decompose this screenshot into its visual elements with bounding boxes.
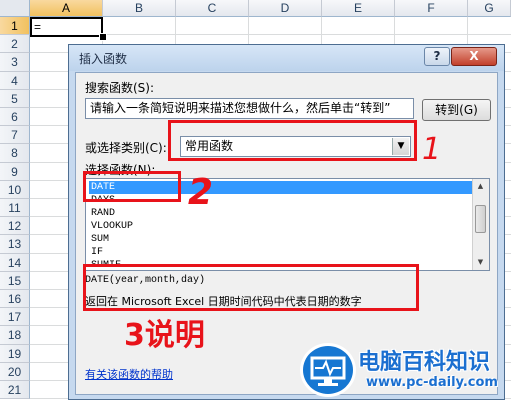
column-header-c[interactable]: C	[176, 0, 249, 17]
row-header[interactable]: 18	[0, 326, 30, 345]
row-header[interactable]: 1	[0, 17, 30, 36]
function-item-if[interactable]: IF	[89, 246, 476, 259]
column-header-g[interactable]: G	[468, 0, 511, 17]
row-header[interactable]: 8	[0, 144, 30, 163]
dialog-title: 插入函数	[79, 52, 128, 66]
annotation-box-description	[83, 264, 419, 311]
annotation-label-1: 1	[422, 132, 442, 167]
scrollbar-thumb[interactable]	[475, 205, 486, 233]
category-label: 或选择类别(C):	[85, 141, 167, 155]
column-header-d[interactable]: D	[249, 0, 322, 17]
monitor-logo-icon	[300, 343, 356, 397]
watermark-url: www.pc-daily.com	[366, 375, 498, 390]
row-header[interactable]: 2	[0, 35, 30, 54]
row-header[interactable]: 21	[0, 381, 30, 400]
list-scrollbar[interactable]: ▲ ▼	[472, 179, 489, 270]
annotation-box-category	[168, 120, 417, 161]
search-label: 搜索函数(S):	[85, 81, 155, 95]
function-help-link[interactable]: 有关该函数的帮助	[85, 366, 173, 382]
annotation-label-2: 2	[188, 172, 214, 213]
row-header[interactable]: 6	[0, 108, 30, 127]
annotation-box-function	[83, 171, 181, 202]
row-header[interactable]: 13	[0, 235, 30, 254]
scroll-down-icon[interactable]: ▼	[473, 255, 488, 270]
row-header[interactable]: 14	[0, 253, 30, 272]
scroll-up-icon[interactable]: ▲	[473, 179, 488, 194]
column-header-a[interactable]: A	[30, 0, 103, 17]
select-all-corner[interactable]	[0, 0, 30, 17]
function-item-vlookup[interactable]: VLOOKUP	[89, 220, 476, 233]
column-header-f[interactable]: F	[395, 0, 468, 17]
row-header[interactable]: 5	[0, 89, 30, 108]
row-header[interactable]: 15	[0, 271, 30, 290]
row-header[interactable]: 9	[0, 162, 30, 181]
close-button[interactable]: X	[451, 47, 497, 66]
function-item-sum[interactable]: SUM	[89, 233, 476, 246]
dialog-titlebar[interactable]: 插入函数 ? X	[69, 45, 504, 71]
column-header-b[interactable]: B	[103, 0, 176, 17]
goto-button[interactable]: 转到(G)	[422, 99, 491, 121]
row-header[interactable]: 3	[0, 53, 30, 72]
watermark-title: 电脑百科知识	[358, 350, 491, 375]
row-header[interactable]: 19	[0, 344, 30, 363]
column-header-e[interactable]: E	[322, 0, 395, 17]
watermark: 电脑百科知识 www.pc-daily.com	[300, 338, 511, 400]
row-header[interactable]: 16	[0, 290, 30, 309]
row-header[interactable]: 17	[0, 308, 30, 327]
search-input[interactable]: 请输入一条简短说明来描述您想做什么，然后单击“转到”	[85, 98, 414, 119]
row-header[interactable]: 7	[0, 126, 30, 145]
help-button[interactable]: ?	[424, 47, 450, 66]
function-item-rand[interactable]: RAND	[89, 207, 476, 220]
fill-handle[interactable]	[99, 33, 107, 41]
active-cell-a1[interactable]: =	[30, 17, 103, 37]
row-header[interactable]: 12	[0, 217, 30, 236]
row-header[interactable]: 10	[0, 180, 30, 199]
row-header[interactable]: 20	[0, 362, 30, 381]
row-header[interactable]: 11	[0, 199, 30, 218]
row-header[interactable]: 4	[0, 71, 30, 90]
annotation-label-3: 3说明	[124, 318, 205, 353]
